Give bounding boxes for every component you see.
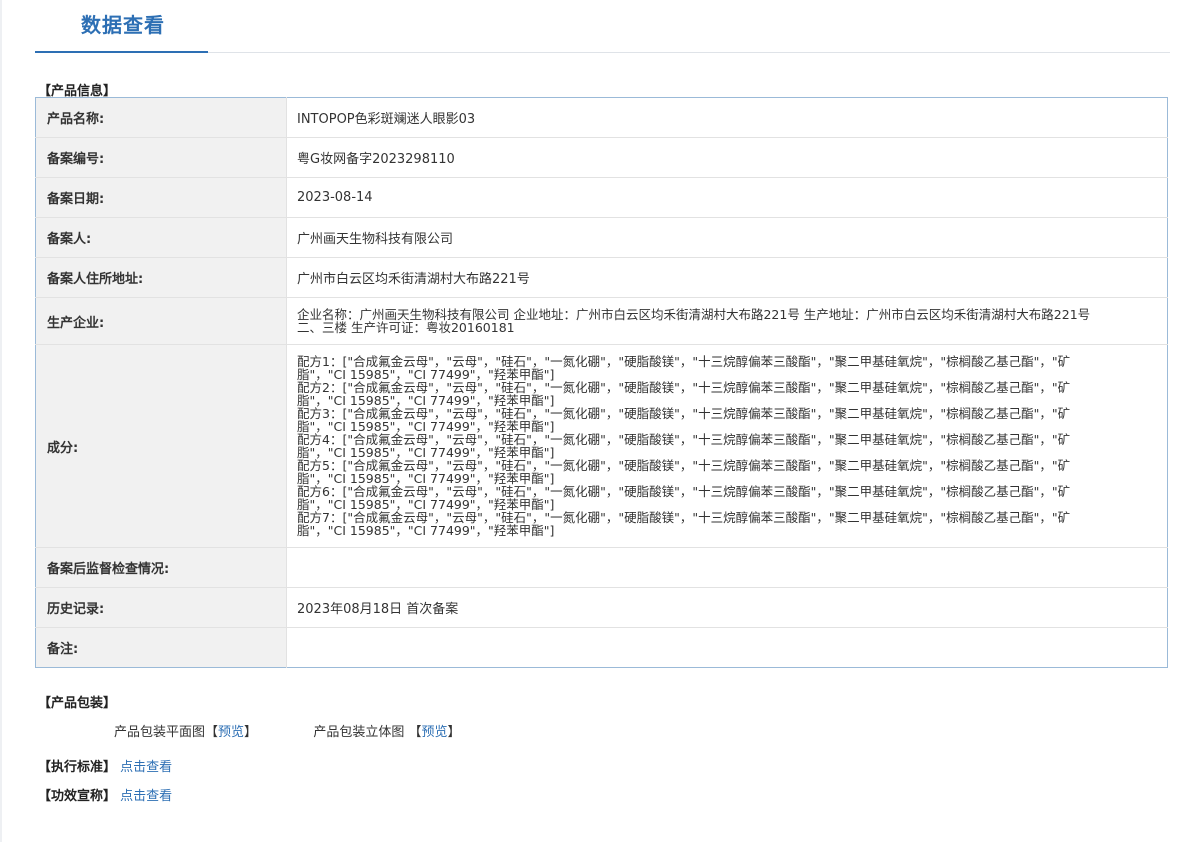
row-label-producer: 生产企业: (35, 297, 287, 345)
flat-preview-link[interactable]: 预览 (218, 725, 244, 740)
row-label-registrant: 备案人: (35, 217, 287, 258)
row-value-record-date: 2023-08-14 (286, 177, 1168, 218)
row-value-history: 2023年08月18日 首次备案 (286, 587, 1168, 628)
bracket: 【 (408, 725, 422, 740)
formula-line: 配方2：["合成氟金云母"，"云母"，"硅石"，"一氮化硼"，"硬脂酸镁"，"十… (297, 380, 1071, 408)
efficacy-row: 【功效宣称】 点击查看 (38, 785, 172, 804)
formula-line: 配方4：["合成氟金云母"，"云母"，"硅石"，"一氮化硼"，"硬脂酸镁"，"十… (297, 432, 1071, 460)
row-value-record-no: 粤G妆网备字2023298110 (286, 137, 1168, 178)
row-value-ingredients: 配方1：["合成氟金云母"，"云母"，"硅石"，"一氮化硼"，"硬脂酸镁"，"十… (286, 344, 1168, 548)
standard-view-link[interactable]: 点击查看 (120, 760, 172, 775)
page-left-border (0, 0, 2, 842)
header-tab-bar: 数据查看 (35, 0, 1170, 53)
bracket: 】 (244, 725, 258, 740)
row-label-ingredients: 成分: (35, 344, 287, 548)
row-label-address: 备案人住所地址: (35, 257, 287, 298)
table-row: 备注: (35, 627, 1168, 668)
row-value-remarks (286, 627, 1168, 668)
bracket: 【 (205, 725, 219, 740)
row-label-remarks: 备注: (35, 627, 287, 668)
table-row: 历史记录: 2023年08月18日 首次备案 (35, 587, 1168, 628)
active-tab-indicator (35, 51, 208, 53)
packaging-preview-row: 产品包装平面图【预览】 产品包装立体图 【预览】 (114, 721, 461, 740)
table-row: 备案日期: 2023-08-14 (35, 177, 1168, 218)
table-row: 备案人住所地址: 广州市白云区均禾街清湖村大布路221号 (35, 257, 1168, 298)
table-row: 备案后监督检查情况: (35, 547, 1168, 588)
page-title[interactable]: 数据查看 (81, 9, 165, 38)
efficacy-heading: 【功效宣称】 (38, 789, 117, 804)
table-row: 备案人: 广州画天生物科技有限公司 (35, 217, 1168, 258)
row-value-registrant: 广州画天生物科技有限公司 (286, 217, 1168, 258)
standard-heading: 【执行标准】 (38, 760, 117, 775)
formula-line: 配方7：["合成氟金云母"，"云母"，"硅石"，"一氮化硼"，"硬脂酸镁"，"十… (297, 510, 1071, 538)
row-value-product-name: INTOPOP色彩斑斓迷人眼影03 (286, 97, 1168, 138)
formula-line: 配方3：["合成氟金云母"，"云母"，"硅石"，"一氮化硼"，"硬脂酸镁"，"十… (297, 406, 1071, 434)
stereo-preview-link[interactable]: 预览 (422, 725, 448, 740)
stereo-image-label: 产品包装立体图 (313, 725, 405, 740)
row-label-record-date: 备案日期: (35, 177, 287, 218)
table-row: 成分: 配方1：["合成氟金云母"，"云母"，"硅石"，"一氮化硼"，"硬脂酸镁… (35, 344, 1168, 548)
table-row: 备案编号: 粤G妆网备字2023298110 (35, 137, 1168, 178)
table-row: 生产企业: 企业名称：广州画天生物科技有限公司 企业地址：广州市白云区均禾街清湖… (35, 297, 1168, 345)
row-value-producer: 企业名称：广州画天生物科技有限公司 企业地址：广州市白云区均禾街清湖村大布路22… (286, 297, 1168, 345)
row-value-inspection (286, 547, 1168, 588)
row-label-inspection: 备案后监督检查情况: (35, 547, 287, 588)
formula-line: 配方5：["合成氟金云母"，"云母"，"硅石"，"一氮化硼"，"硬脂酸镁"，"十… (297, 458, 1071, 486)
section-packaging-heading: 【产品包装】 (38, 696, 117, 711)
table-row: 产品名称: INTOPOP色彩斑斓迷人眼影03 (35, 97, 1168, 138)
flat-image-label: 产品包装平面图 (114, 725, 206, 740)
formula-line: 配方6：["合成氟金云母"，"云母"，"硅石"，"一氮化硼"，"硬脂酸镁"，"十… (297, 484, 1071, 512)
bracket: 】 (447, 725, 461, 740)
row-label-product-name: 产品名称: (35, 97, 287, 138)
standard-row: 【执行标准】 点击查看 (38, 756, 172, 775)
row-label-history: 历史记录: (35, 587, 287, 628)
efficacy-view-link[interactable]: 点击查看 (120, 789, 172, 804)
formula-line: 配方1：["合成氟金云母"，"云母"，"硅石"，"一氮化硼"，"硬脂酸镁"，"十… (297, 354, 1071, 382)
product-info-table: 产品名称: INTOPOP色彩斑斓迷人眼影03 备案编号: 粤G妆网备字2023… (35, 97, 1168, 668)
row-label-record-no: 备案编号: (35, 137, 287, 178)
row-value-address: 广州市白云区均禾街清湖村大布路221号 (286, 257, 1168, 298)
